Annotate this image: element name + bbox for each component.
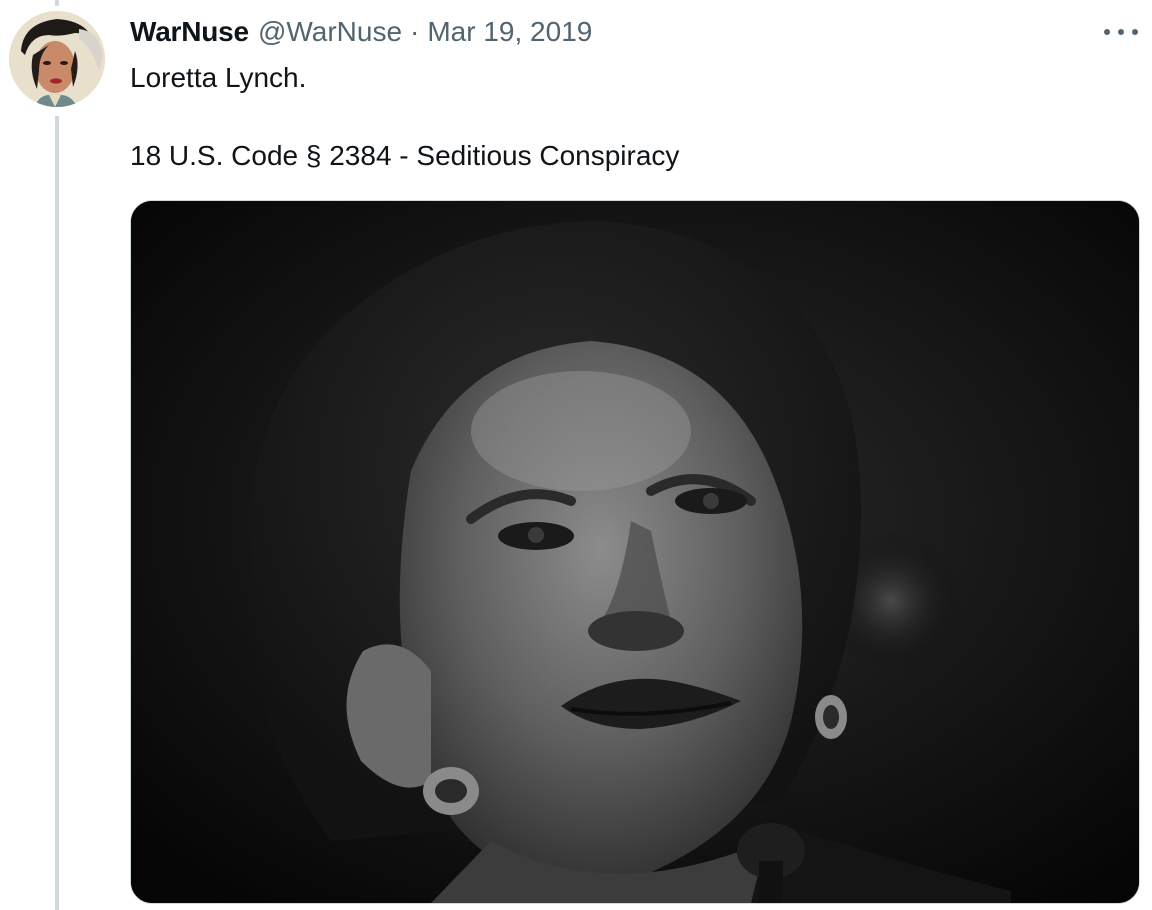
header-separator: · (410, 16, 420, 47)
tweet-text-line: 18 U.S. Code § 2384 - Seditious Conspira… (130, 140, 680, 171)
tweet-photo[interactable] (130, 200, 1140, 904)
dot (1132, 29, 1138, 35)
tweet-text: Loretta Lynch. 18 U.S. Code § 2384 - Sed… (130, 58, 679, 175)
avatar-image (9, 11, 105, 107)
thread-connector-line (55, 116, 59, 910)
photo-image (131, 201, 1139, 903)
thread-connector-top (55, 0, 59, 6)
tweet-text-spacer (130, 97, 679, 136)
dot (1104, 29, 1110, 35)
dot (1118, 29, 1124, 35)
tweet[interactable]: WarNuse @WarNuse · Mar 19, 2019 Loretta … (0, 0, 1152, 910)
more-options-icon[interactable] (1104, 20, 1138, 44)
display-name[interactable]: WarNuse (130, 16, 249, 48)
avatar[interactable] (9, 11, 105, 107)
tweet-date[interactable]: Mar 19, 2019 (427, 16, 592, 48)
tweet-header: WarNuse @WarNuse · Mar 19, 2019 (130, 13, 592, 51)
user-handle[interactable]: @WarNuse (258, 16, 402, 48)
tweet-text-line: Loretta Lynch. (130, 62, 307, 93)
